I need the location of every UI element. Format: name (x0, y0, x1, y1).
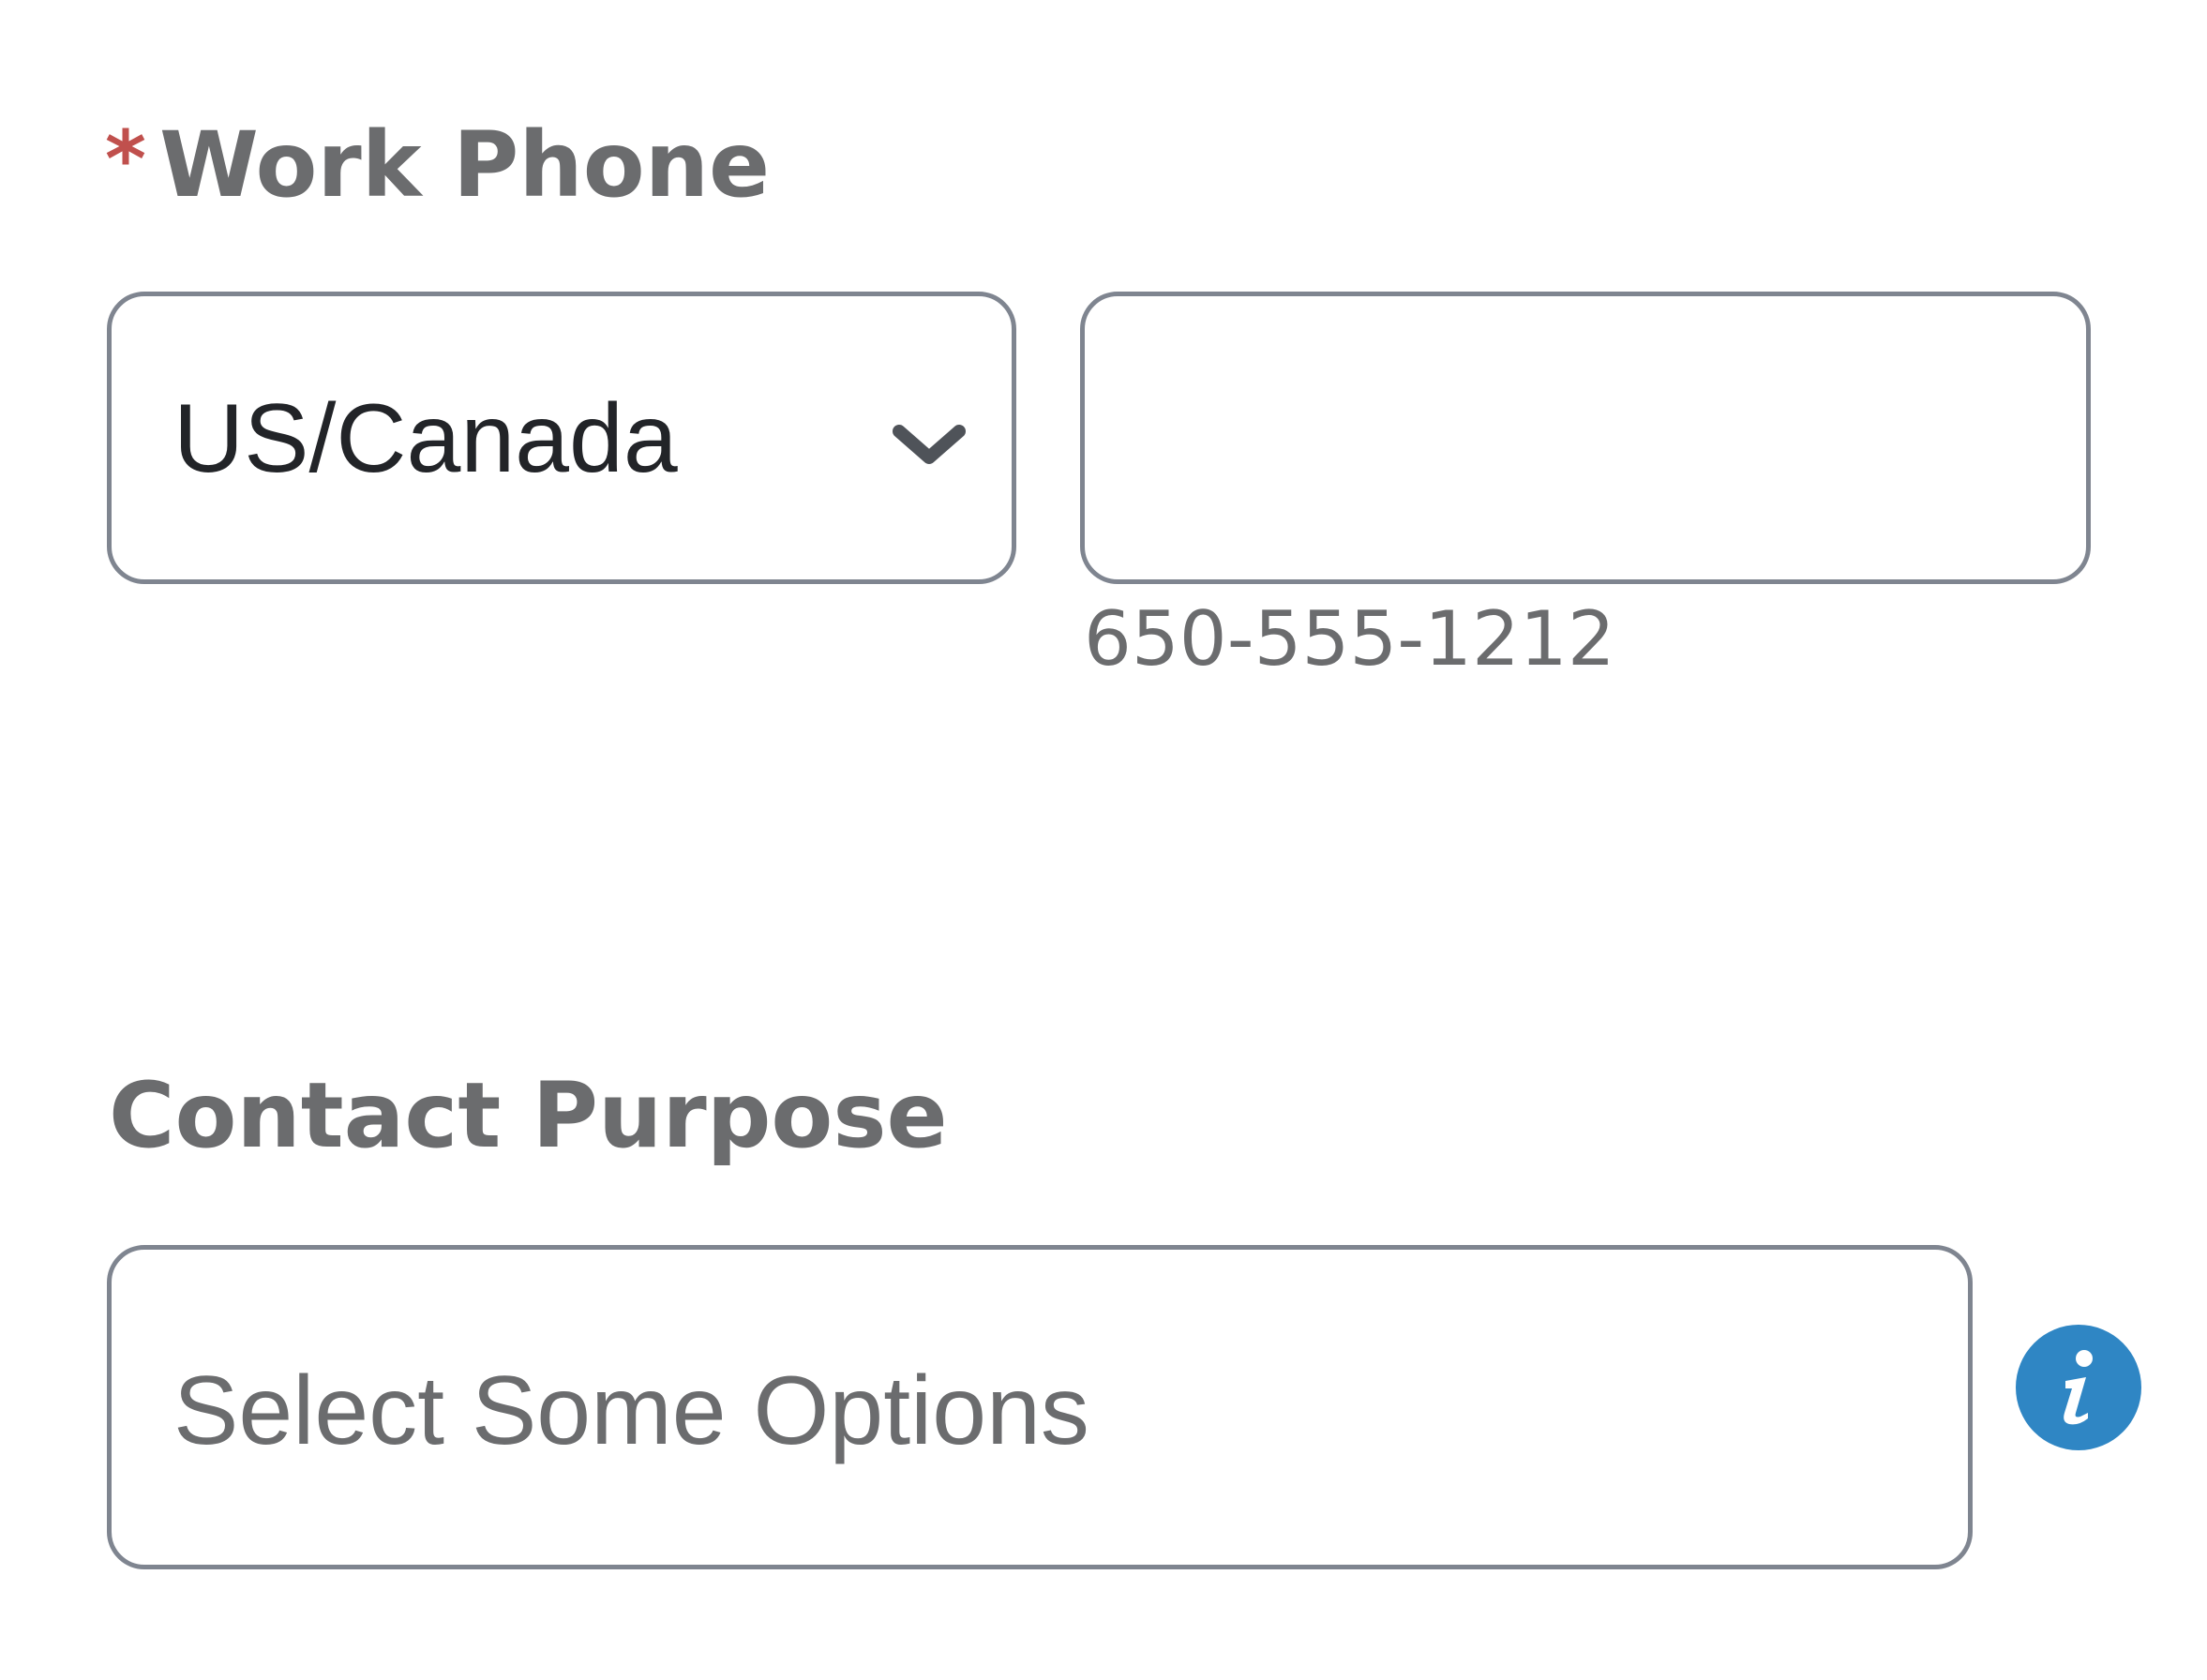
contact-purpose-placeholder: Select Some Options (173, 1357, 1089, 1465)
work-phone-label: Work Phone (159, 112, 771, 218)
contact-purpose-label: Contact Purpose (109, 1063, 948, 1168)
country-code-select-value: US/Canada (173, 384, 678, 493)
work-phone-input[interactable] (1080, 292, 2091, 584)
country-code-select[interactable]: US/Canada (107, 292, 1016, 584)
chevron-down-icon (890, 418, 968, 471)
required-marker: * (105, 113, 146, 205)
work-phone-format-hint: 650-555-1212 (1084, 595, 1615, 682)
info-icon[interactable] (2016, 1325, 2141, 1450)
contact-purpose-multiselect[interactable]: Select Some Options (107, 1245, 1973, 1569)
